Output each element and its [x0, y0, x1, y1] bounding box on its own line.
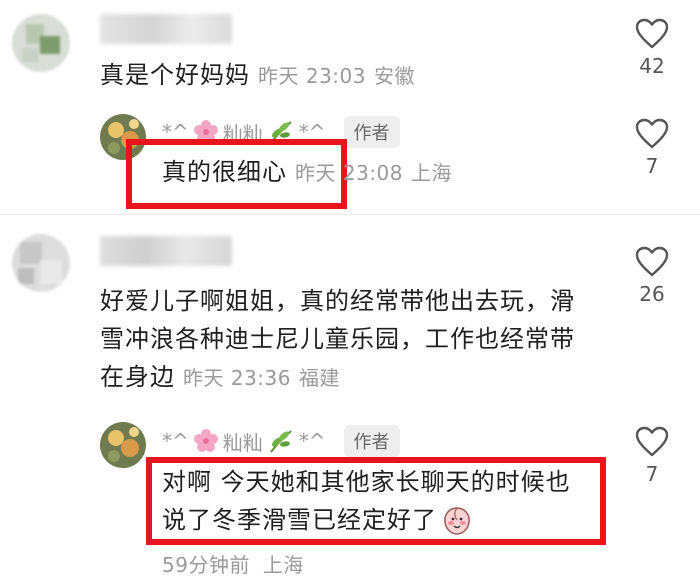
like-group: 26 — [622, 246, 682, 306]
heart-outline-icon[interactable] — [635, 246, 669, 278]
author-badge: 作者 — [343, 116, 400, 148]
author-name-prefix: *^ — [162, 429, 189, 453]
herb-leaf-icon — [269, 430, 292, 453]
like-count: 26 — [639, 282, 665, 306]
reply-text: 真的很细心 — [162, 158, 287, 186]
peach-face-emoji-icon — [444, 507, 470, 535]
reply-like-group: 7 — [622, 426, 682, 486]
author-avatar[interactable] — [100, 422, 146, 468]
like-count: 42 — [639, 54, 665, 78]
commenter-avatar[interactable] — [12, 234, 70, 292]
comment-time: 昨天 23:03 — [258, 64, 366, 88]
reply-location: 上海 — [411, 161, 452, 185]
comment-location: 安徽 — [374, 64, 415, 88]
comment-text-line-2: 雪冲浪各种迪士尼儿童乐园，工作也经常带 — [100, 325, 575, 353]
comment-text: 真是个好妈妈 — [100, 61, 250, 89]
comment-text-line-1: 好爱儿子啊姐姐，真的经常带他出去玩，滑 — [100, 287, 575, 315]
reply-body: 对啊 今天她和其他家长聊天的时候也 说了冬季滑雪已经定好了 — [162, 463, 602, 539]
reply-text-line-2: 说了冬季滑雪已经定好了 — [162, 506, 437, 534]
author-name-suffix: *^ — [298, 429, 326, 453]
like-count: 7 — [645, 154, 659, 178]
reply-time: 59分钟前 — [162, 553, 250, 577]
comment-time: 昨天 23:36 — [183, 366, 291, 390]
reply-like-group: 7 — [622, 118, 682, 178]
like-group: 42 — [622, 18, 682, 78]
commenter-name[interactable] — [100, 236, 232, 266]
comment-body: 真是个好妈妈 昨天 23:03 安徽 — [100, 56, 415, 94]
cherry-blossom-icon — [193, 429, 218, 452]
comment-text-line-3: 在身边 — [100, 363, 175, 391]
comment-location: 福建 — [299, 366, 340, 390]
author-name[interactable]: *^ 籼籼 *^ 作者 — [162, 425, 400, 457]
heart-outline-icon[interactable] — [635, 18, 669, 50]
reply-meta: 59分钟前 上海 — [162, 549, 304, 578]
heart-outline-icon[interactable] — [635, 426, 669, 458]
reply-time: 昨天 23:08 — [295, 161, 403, 185]
reply-location: 上海 — [262, 553, 304, 577]
comment-body: 好爱儿子啊姐姐，真的经常带他出去玩，滑 雪冲浪各种迪士尼儿童乐园，工作也经常带 … — [100, 282, 620, 396]
commenter-name[interactable] — [100, 14, 232, 44]
reply-text-line-1: 对啊 今天她和其他家长聊天的时候也 — [162, 468, 571, 496]
commenter-avatar[interactable] — [12, 14, 70, 72]
author-badge: 作者 — [343, 425, 400, 457]
author-name-main: 籼籼 — [222, 430, 263, 455]
heart-outline-icon[interactable] — [635, 118, 669, 150]
reply-body: 真的很细心 昨天 23:08 上海 — [162, 153, 452, 191]
divider — [0, 214, 700, 215]
like-count: 7 — [645, 462, 659, 486]
